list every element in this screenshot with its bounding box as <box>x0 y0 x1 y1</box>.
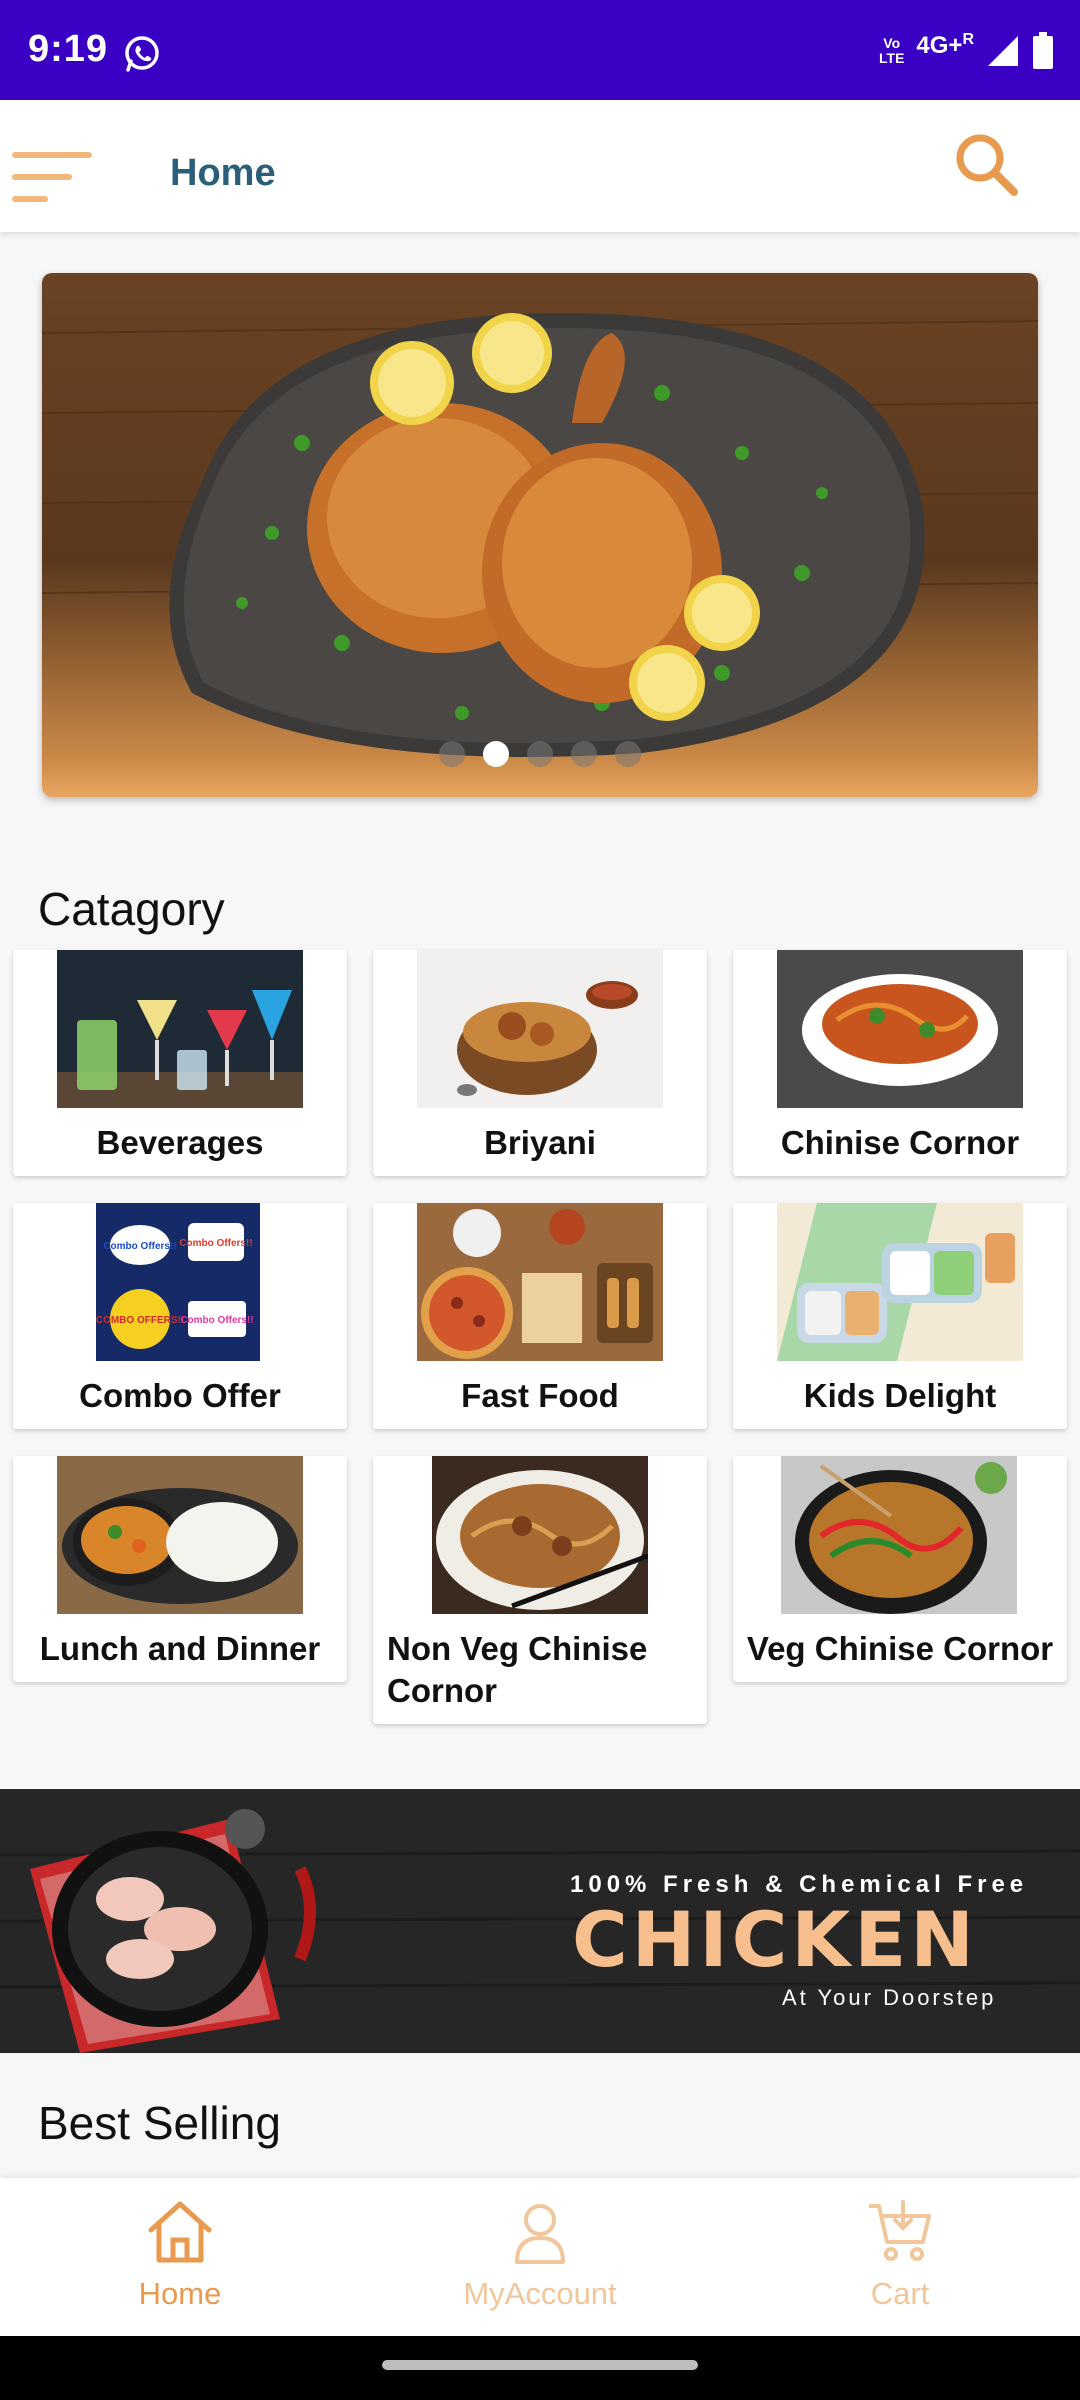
cart-icon <box>869 2200 931 2261</box>
non-veg-chinise-cornor-image <box>432 1456 648 1614</box>
combo-offer-image: Combo Offers!! Combo Offers!! COMBO OFFE… <box>96 1203 260 1361</box>
system-navigation-bar <box>0 2336 1080 2400</box>
svg-text:COMBO OFFERS!!: COMBO OFFERS!! <box>96 1315 184 1326</box>
fast-food-image <box>417 1203 663 1361</box>
kids-delight-image <box>777 1203 1023 1361</box>
category-label: Non Veg Chinise Cornor <box>387 1630 648 1709</box>
menu-icon[interactable] <box>12 150 94 206</box>
search-icon[interactable] <box>952 130 1022 200</box>
category-card-beverages[interactable]: Beverages <box>13 950 347 1176</box>
nav-label: Home <box>138 2276 222 2311</box>
carousel-indicators <box>42 741 1038 767</box>
user-icon <box>515 2204 565 2264</box>
category-card-briyani[interactable]: Briyani <box>373 950 707 1176</box>
whatsapp-icon <box>125 36 159 72</box>
volte-indicator: Vo LTE <box>879 35 905 66</box>
category-card-non-veg-chinise-cornor[interactable]: Non Veg Chinise Cornor <box>373 1456 707 1724</box>
category-label: Chinise Cornor <box>780 1124 1020 1161</box>
nav-label: Cart <box>870 2276 930 2311</box>
category-card-chinise-cornor[interactable]: Chinise Cornor <box>733 950 1067 1176</box>
category-card-veg-chinise-cornor[interactable]: Veg Chinise Cornor <box>733 1456 1067 1682</box>
chinise-cornor-image <box>777 950 1023 1108</box>
carousel-dot[interactable] <box>615 741 641 767</box>
category-card-combo-offer[interactable]: Combo Offers!! Combo Offers!! COMBO OFFE… <box>13 1203 347 1429</box>
carousel-dot[interactable] <box>527 741 553 767</box>
nav-label: MyAccount <box>463 2276 617 2311</box>
briyani-image <box>417 950 663 1108</box>
home-icon <box>148 2201 212 2263</box>
promo-banner[interactable]: 100% Fresh & Chemical Free CHICKEN At Yo… <box>0 1789 1080 2053</box>
category-label: Combo Offer <box>79 1377 281 1414</box>
page-title: Home <box>170 152 276 194</box>
category-card-kids-delight[interactable]: Kids Delight <box>733 1203 1067 1429</box>
nav-home[interactable]: Home <box>50 2198 310 2312</box>
category-card-lunch-and-dinner[interactable]: Lunch and Dinner <box>13 1456 347 1682</box>
lunch-and-dinner-image <box>57 1456 303 1614</box>
nav-cart[interactable]: Cart <box>770 2198 1030 2312</box>
beverages-image <box>57 950 303 1108</box>
category-card-fast-food[interactable]: Fast Food <box>373 1203 707 1429</box>
carousel-dot[interactable] <box>439 741 465 767</box>
app-bar: Home <box>0 100 1080 232</box>
hero-image <box>42 313 1038 757</box>
category-label: Fast Food <box>461 1377 619 1414</box>
category-label: Kids Delight <box>803 1377 997 1414</box>
carousel-dot[interactable] <box>571 741 597 767</box>
status-bar: 9:19 Vo LTE 4G+R <box>0 0 1080 100</box>
promo-title: CHICKEN <box>572 1895 978 1984</box>
svg-text:Combo Offers!!: Combo Offers!! <box>179 1238 252 1249</box>
veg-chinise-cornor-image <box>781 1456 1017 1614</box>
category-label: Lunch and Dinner <box>39 1630 321 1667</box>
nav-myaccount[interactable]: MyAccount <box>410 2198 670 2312</box>
battery-icon <box>1033 32 1053 69</box>
carousel-dot-active[interactable] <box>483 741 509 767</box>
category-label: Beverages <box>96 1124 264 1161</box>
svg-text:Combo Offers!!: Combo Offers!! <box>180 1315 253 1326</box>
gesture-home-handle[interactable] <box>382 2360 698 2370</box>
category-label: Veg Chinise Cornor <box>746 1630 1054 1667</box>
bottom-navigation: Home MyAccount Cart <box>0 2178 1080 2336</box>
network-type: 4G+R <box>916 30 974 59</box>
promo-tagline: At Your Doorstep <box>782 1985 997 2010</box>
category-title: Catagory <box>38 883 225 935</box>
hero-carousel[interactable] <box>42 273 1038 797</box>
signal-icon <box>988 36 1018 66</box>
best-selling-title: Best Selling <box>38 2097 281 2149</box>
status-time: 9:19 <box>28 28 109 70</box>
category-label: Briyani <box>484 1124 596 1161</box>
svg-text:Combo Offers!!: Combo Offers!! <box>103 1241 176 1252</box>
